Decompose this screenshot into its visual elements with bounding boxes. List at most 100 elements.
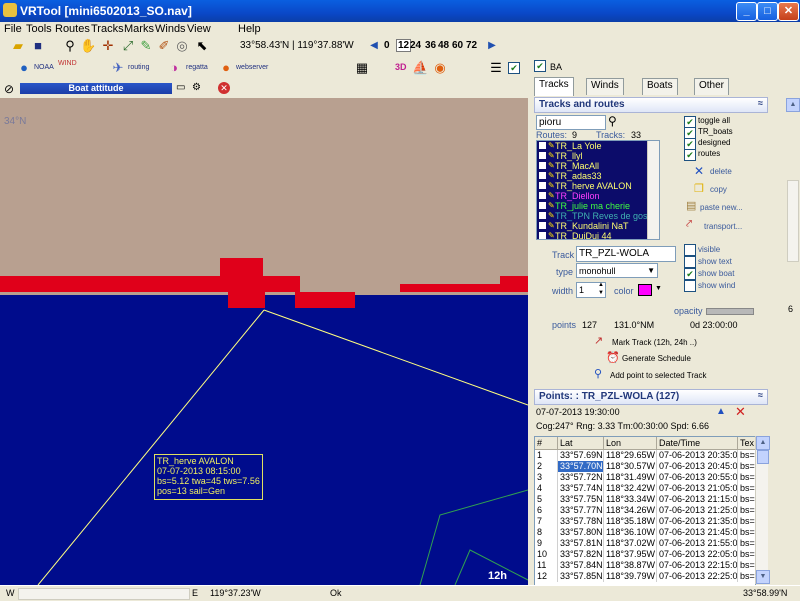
scroll-up-icon[interactable]: ▲ xyxy=(756,436,770,450)
track-search-input[interactable]: pioru xyxy=(536,115,606,130)
tab-tracks[interactable]: Tracks xyxy=(534,77,574,96)
track-visible-checkbox[interactable] xyxy=(539,232,546,239)
tab-other[interactable]: Other xyxy=(694,78,730,95)
pen-icon[interactable]: ✎ xyxy=(138,38,154,54)
track-list-item[interactable]: ✎ TR_La Yole xyxy=(537,141,659,151)
tracks-list-scrollbar[interactable] xyxy=(647,141,659,239)
close-button[interactable]: ✕ xyxy=(778,2,799,21)
menu-file[interactable]: File xyxy=(4,23,22,35)
zoom-72[interactable]: 72 xyxy=(466,40,477,51)
col-header-num[interactable]: # xyxy=(535,437,558,450)
save-icon[interactable]: ■ xyxy=(30,38,46,54)
scroll-down-icon[interactable]: ▼ xyxy=(756,570,770,584)
maximize-button[interactable]: □ xyxy=(757,2,778,21)
table-row[interactable]: 1 33°57.69N 118°29.65W 07-06-2013 20:35:00 b… xyxy=(535,450,755,461)
table-row[interactable]: 10 33°57.82N 118°37.95W 07-06-2013 22:05:00… xyxy=(535,549,755,560)
menu-marks[interactable]: Marks xyxy=(124,23,154,35)
table-row[interactable]: 2 33°57.70N 118°30.57W 07-06-2013 20:45:00 b… xyxy=(535,461,755,472)
show-text-checkbox[interactable] xyxy=(684,256,696,268)
delete-icon[interactable]: ✕ xyxy=(694,164,704,178)
webserver-link[interactable]: webserver xyxy=(236,64,268,71)
track-name-input[interactable]: TR_PZL-WOLA xyxy=(576,246,676,262)
menu-tools[interactable]: Tools xyxy=(26,23,52,35)
next-time-button[interactable]: ▶ xyxy=(484,38,500,54)
close-attitude-icon[interactable]: ✕ xyxy=(218,82,230,94)
track-visible-checkbox[interactable] xyxy=(539,202,546,209)
panel-scroll-thumb[interactable] xyxy=(787,180,799,262)
transport-icon[interactable]: ⤤ xyxy=(686,218,692,231)
transport-button[interactable]: transport... xyxy=(704,222,742,231)
boat-icon[interactable]: ⛵ xyxy=(412,60,428,76)
type-select[interactable]: monohull ▼ xyxy=(576,263,658,278)
brush-icon[interactable]: ✐ xyxy=(156,38,172,54)
regatta-icon[interactable]: ◑ xyxy=(166,60,182,76)
table-row[interactable]: 6 33°57.77N 118°34.26W 07-06-2013 21:25:00 b… xyxy=(535,505,755,516)
track-visible-checkbox[interactable] xyxy=(539,192,546,199)
globe-icon[interactable]: ● xyxy=(16,60,32,76)
paste-new-button[interactable]: paste new... xyxy=(700,203,743,212)
delete-point-icon[interactable]: ✕ xyxy=(735,404,746,420)
track-list-item[interactable]: ✎ TR_herve AVALON xyxy=(537,181,659,191)
no-entry-icon[interactable]: ⊘ xyxy=(4,82,14,96)
color-dropdown-icon[interactable]: ▼ xyxy=(655,285,662,292)
zoom-36[interactable]: 36 xyxy=(425,40,436,51)
routing-icon[interactable]: ✈ xyxy=(110,60,126,76)
zoom-24[interactable]: 24 xyxy=(410,40,421,51)
calculator-icon[interactable]: ▦ xyxy=(354,60,370,76)
routing-link[interactable]: routing xyxy=(128,64,149,71)
panel-scroll-up-icon[interactable]: ▲ xyxy=(786,98,800,112)
prev-time-button[interactable]: ◀ xyxy=(366,38,382,54)
3d-button[interactable]: 3D xyxy=(395,62,407,72)
delete-button[interactable]: delete xyxy=(710,167,732,176)
table-row[interactable]: 3 33°57.72N 118°31.49W 07-06-2013 20:55:00 b… xyxy=(535,472,755,483)
add-point-icon[interactable]: ⚲ xyxy=(594,367,602,380)
opacity-slider[interactable] xyxy=(706,308,754,315)
col-header-lon[interactable]: Lon xyxy=(604,437,657,450)
mark-track-icon[interactable]: ↗ xyxy=(594,334,603,347)
scroll-thumb[interactable] xyxy=(757,450,769,464)
tracks-list[interactable]: ✎ TR_La Yole ✎ TR_llyl ✎ TR_MacAll ✎ TR_adas33 ✎… xyxy=(536,140,660,240)
table-row[interactable]: 7 33°57.78N 118°35.18W 07-06-2013 21:35:00 b… xyxy=(535,516,755,527)
menu-list-icon[interactable]: ☰ xyxy=(488,60,504,76)
toolbar-checkbox[interactable]: ✔ xyxy=(508,62,520,74)
menu-view[interactable]: View xyxy=(187,23,211,35)
track-list-item[interactable]: ✎ TR_adas33 xyxy=(537,171,659,181)
noaa-link[interactable]: NOAA xyxy=(34,64,54,71)
track-visible-checkbox[interactable] xyxy=(539,142,546,149)
track-list-item[interactable]: ✎ TR_julie ma cherie xyxy=(537,201,659,211)
measure-tool-icon[interactable]: ⤢ xyxy=(120,38,136,54)
webserver-icon[interactable]: ● xyxy=(218,60,234,76)
tab-boats[interactable]: Boats xyxy=(642,78,678,95)
wind-link[interactable]: WIND xyxy=(58,60,77,67)
attitude-options-icon[interactable]: ⚙ xyxy=(192,82,201,93)
zoom-0[interactable]: 0 xyxy=(384,40,390,51)
map-canvas[interactable]: 34°N 12h xyxy=(0,80,528,585)
generate-schedule-button[interactable]: Generate Schedule xyxy=(622,354,691,363)
col-header-text[interactable]: Tex xyxy=(738,437,755,450)
paste-icon[interactable]: ▤ xyxy=(686,199,696,212)
routes-checkbox[interactable]: ✔ xyxy=(684,149,696,161)
color-swatch[interactable] xyxy=(638,284,652,296)
stepper-arrows-icon[interactable]: ▲ ▼ xyxy=(598,281,604,297)
horizontal-scrollbar[interactable] xyxy=(18,588,190,600)
table-row[interactable]: 12 33°57.85N 118°39.79W 07-06-2013 22:25:00… xyxy=(535,571,755,582)
table-row[interactable]: 8 33°57.80N 118°36.10W 07-06-2013 21:45:00 b… xyxy=(535,527,755,538)
target-icon[interactable]: ◎ xyxy=(174,38,190,54)
table-row[interactable]: 5 33°57.75N 118°33.34W 07-06-2013 21:15:00 b… xyxy=(535,494,755,505)
track-list-item[interactable]: ✎ TR_Diellon xyxy=(537,191,659,201)
menu-winds[interactable]: Winds xyxy=(155,23,186,35)
firefox-icon[interactable]: ◉ xyxy=(432,60,448,76)
col-header-lat[interactable]: Lat xyxy=(558,437,604,450)
points-scrollbar[interactable]: ▲ ▼ xyxy=(755,436,770,584)
collapse-icon[interactable]: ≈ xyxy=(758,98,763,108)
mark-track-button[interactable]: Mark Track (12h, 24h ..) xyxy=(612,338,697,347)
menu-tracks[interactable]: Tracks xyxy=(91,23,124,35)
track-list-item[interactable]: ✎ TR_TPN Reves de gos xyxy=(537,211,659,221)
table-row[interactable]: 9 33°57.81N 118°37.02W 07-06-2013 21:55:00 b… xyxy=(535,538,755,549)
zoom-60[interactable]: 60 xyxy=(452,40,463,51)
add-point-button[interactable]: Add point to selected Track xyxy=(610,371,707,380)
binoculars-icon[interactable]: ⚲ xyxy=(608,114,617,128)
track-visible-checkbox[interactable] xyxy=(539,182,546,189)
table-row[interactable]: 11 33°57.84N 118°38.87W 07-06-2013 22:15:00… xyxy=(535,560,755,571)
points-table[interactable]: # Lat Lon Date/Time Tex 1 33°57.69N 118°29… xyxy=(534,436,756,586)
